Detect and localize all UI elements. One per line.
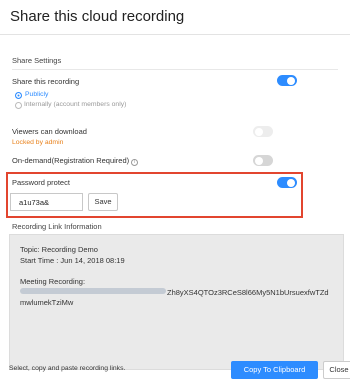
dialog-title: Share this cloud recording xyxy=(10,8,185,25)
recording-url-line-2: mwlumekTziMw xyxy=(20,298,74,307)
toggle-knob xyxy=(255,127,263,136)
recording-link-textarea[interactable]: Topic: Recording Demo Start Time : Jun 1… xyxy=(9,234,344,370)
password-protect-label: Password protect xyxy=(12,178,70,187)
toggle-knob xyxy=(287,178,295,187)
footer-hint: Select, copy and paste recording links. xyxy=(9,365,126,372)
share-recording-toggle[interactable] xyxy=(277,75,297,86)
radio-publicly-label[interactable]: Publicly xyxy=(25,91,48,98)
viewers-download-label: Viewers can download xyxy=(12,127,87,136)
save-password-button[interactable]: Save xyxy=(88,193,118,211)
on-demand-row: On-demand(Registration Required) i xyxy=(12,156,139,166)
on-demand-toggle[interactable] xyxy=(253,155,273,166)
toggle-knob xyxy=(287,76,295,85)
radio-internally-label[interactable]: Internally (account members only) xyxy=(24,101,126,108)
recording-url-line: Zh8yXS4QTOz3RCeS8l66My5N1bUrsuexfwTZd xyxy=(20,287,333,299)
recording-url-tail: Zh8yXS4QTOz3RCeS8l66My5N1bUrsuexfwTZd xyxy=(167,287,329,297)
toggle-knob xyxy=(255,156,263,165)
blurred-url xyxy=(20,287,166,294)
copy-to-clipboard-button[interactable]: Copy To Clipboard xyxy=(231,361,318,379)
locked-by-admin-note: Locked by admin xyxy=(12,139,64,146)
close-button[interactable]: Close xyxy=(323,361,350,379)
password-input[interactable] xyxy=(10,193,83,211)
share-recording-label: Share this recording xyxy=(12,77,80,86)
share-settings-heading: Share Settings xyxy=(12,56,62,65)
viewers-download-toggle xyxy=(253,126,273,137)
radio-publicly[interactable] xyxy=(15,92,22,99)
start-time-line: Start Time : Jun 14, 2018 08:19 xyxy=(20,255,125,265)
recording-link-heading: Recording Link Information xyxy=(12,222,102,231)
password-protect-toggle[interactable] xyxy=(277,177,297,188)
info-icon[interactable]: i xyxy=(131,159,139,166)
on-demand-label: On-demand(Registration Required) xyxy=(12,156,130,165)
section-divider xyxy=(12,69,338,70)
title-divider xyxy=(0,34,350,35)
radio-internally[interactable] xyxy=(15,102,22,109)
topic-line: Topic: Recording Demo xyxy=(20,245,98,254)
meeting-recording-label: Meeting Recording: xyxy=(20,277,86,286)
